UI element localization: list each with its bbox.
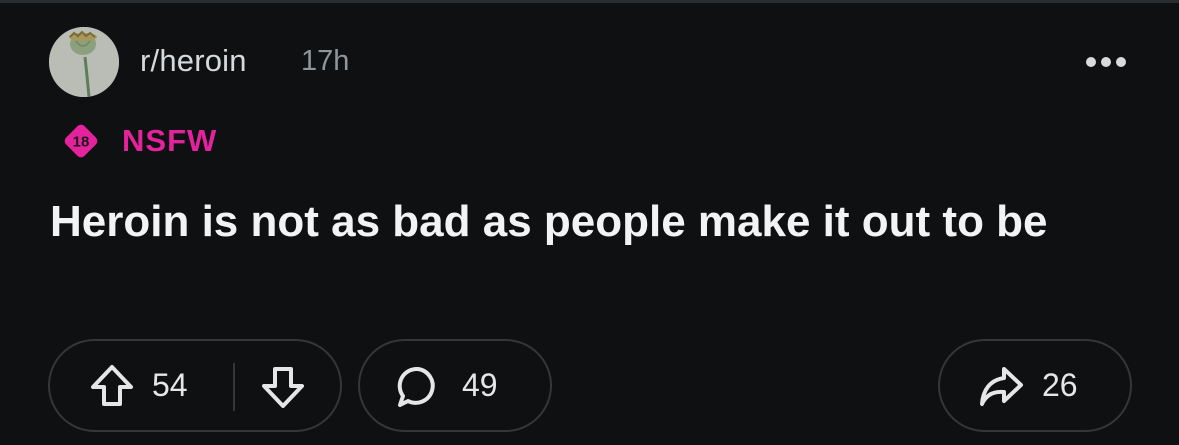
diamond-badge-icon: 18 bbox=[64, 124, 98, 158]
nsfw-label: NSFW bbox=[122, 123, 218, 158]
arrow-down-icon bbox=[262, 367, 304, 408]
upvote-count: 54 bbox=[152, 367, 188, 403]
comment-count: 49 bbox=[462, 367, 498, 403]
post-title[interactable]: Heroin is not as bad as people make it o… bbox=[50, 192, 1070, 252]
share-count: 26 bbox=[1042, 367, 1078, 403]
subreddit-avatar[interactable] bbox=[49, 27, 119, 97]
nsfw-18-badge: 18 bbox=[62, 122, 100, 160]
nsfw-tag: 18 NSFW bbox=[62, 121, 217, 161]
share-button[interactable]: 26 bbox=[938, 339, 1132, 432]
downvote-button[interactable] bbox=[259, 363, 307, 416]
nsfw-badge-text: 18 bbox=[73, 134, 90, 151]
post-time: 17h bbox=[301, 45, 350, 77]
more-options-icon bbox=[1086, 57, 1126, 67]
upvote-button[interactable] bbox=[88, 362, 136, 415]
post-card[interactable]: r/heroin 17h 18 NSFW Heroin is not as ba… bbox=[0, 3, 1179, 445]
arrow-up-icon bbox=[91, 365, 133, 406]
comment-icon-wrap bbox=[396, 365, 440, 414]
vote-pill: 54 bbox=[48, 339, 342, 432]
share-icon-wrap bbox=[978, 365, 1024, 414]
share-arrow-icon bbox=[980, 367, 1023, 406]
subreddit-name[interactable]: r/heroin bbox=[140, 43, 247, 79]
comments-button[interactable]: 49 bbox=[358, 339, 552, 432]
speech-bubble-icon bbox=[397, 366, 435, 407]
more-options-button[interactable] bbox=[1081, 48, 1131, 76]
poppy-pod-avatar-icon bbox=[49, 27, 119, 97]
vote-divider bbox=[233, 363, 235, 411]
